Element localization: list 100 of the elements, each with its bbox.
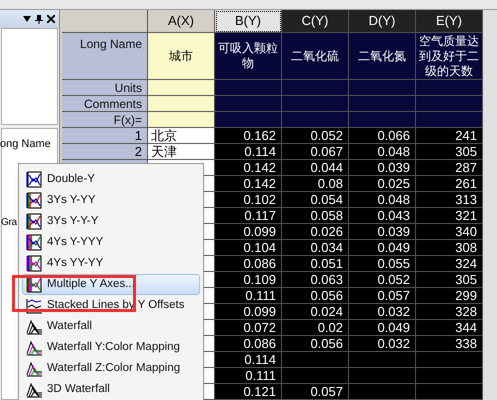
table-cell: 324 — [416, 256, 483, 272]
table-cell: 338 — [416, 336, 483, 352]
table-cell: 0.025 — [349, 176, 416, 192]
table-cell: 0.114 — [215, 144, 282, 160]
label-cell — [148, 112, 215, 128]
table-cell: 0.057 — [282, 384, 349, 400]
table-cell — [416, 368, 483, 384]
table-cell: 0.055 — [349, 256, 416, 272]
table-cell: 0.048 — [349, 144, 416, 160]
table-cell: 0.099 — [215, 224, 282, 240]
table-cell: 0.08 — [282, 176, 349, 192]
column-header[interactable]: D(Y) — [349, 10, 416, 33]
table-cell: 0.086 — [215, 336, 282, 352]
menu-item[interactable]: 4Ys Y-YYY — [22, 232, 200, 253]
table-cell: 0.117 — [215, 208, 282, 224]
table-cell: 299 — [416, 288, 483, 304]
pane-text: ong Name — [0, 137, 51, 152]
table-cell: 0.032 — [349, 336, 416, 352]
row-label: Long Name — [62, 33, 148, 80]
table-cell: 344 — [416, 320, 483, 336]
table-cell: 0.052 — [282, 128, 349, 144]
table-cell — [416, 352, 483, 368]
table-cell: 321 — [416, 208, 483, 224]
table-cell: 241 — [416, 128, 483, 144]
menu-item[interactable]: 3Ys Y-YY — [22, 190, 200, 211]
table-cell: 0.02 — [282, 320, 349, 336]
label-cell — [148, 80, 215, 96]
pin-icon[interactable] — [35, 14, 43, 24]
label-cell — [282, 80, 349, 96]
long-name-cell: 二氧化硫 — [282, 33, 349, 80]
table-cell — [349, 368, 416, 384]
table-cell: 313 — [416, 192, 483, 208]
column-header[interactable]: B(Y) — [215, 10, 282, 33]
menu-item[interactable]: 3Ys Y-Y-Y — [22, 211, 200, 232]
long-name-cell: 可吸入颗粒物 — [215, 33, 282, 80]
label-cell — [282, 96, 349, 112]
table-cell: 328 — [416, 304, 483, 320]
table-cell — [349, 352, 416, 368]
table-cell: 261 — [416, 176, 483, 192]
menu-item[interactable]: Waterfall Z:Color Mapping — [22, 358, 200, 379]
table-cell: 0.043 — [349, 208, 416, 224]
label-cell — [215, 80, 282, 96]
dropdown-icon[interactable] — [23, 16, 31, 22]
table-cell — [282, 368, 349, 384]
label-cell — [349, 80, 416, 96]
table-cell — [416, 384, 483, 400]
table-cell: 0.039 — [349, 160, 416, 176]
column-header[interactable]: E(Y) — [416, 10, 483, 33]
column-header[interactable]: C(Y) — [282, 10, 349, 33]
waterfall-icon — [26, 381, 43, 398]
column-header[interactable]: A(X) — [148, 10, 215, 33]
table-cell: 0.099 — [215, 304, 282, 320]
label-cell — [349, 96, 416, 112]
menu-item[interactable]: 3D Waterfall — [22, 379, 200, 400]
table-cell: 0.072 — [215, 320, 282, 336]
table-cell: 0.111 — [215, 288, 282, 304]
table-cell: 0.034 — [282, 240, 349, 256]
label-cell — [148, 96, 215, 112]
table-cell: 0.142 — [215, 176, 282, 192]
table-cell: 305 — [416, 144, 483, 160]
menu-item[interactable]: 4Ys YY-YY — [22, 253, 200, 274]
table-cell: 0.121 — [215, 384, 282, 400]
menu-item[interactable]: Waterfall Y:Color Mapping — [22, 337, 200, 358]
table-cell: 0.032 — [349, 304, 416, 320]
label-cell — [416, 80, 483, 96]
row-number[interactable]: 1 — [62, 128, 148, 144]
label-cell — [215, 96, 282, 112]
table-cell: 0.067 — [282, 144, 349, 160]
label-cell — [282, 112, 349, 128]
chart-icon — [26, 213, 43, 230]
table-cell: 0.052 — [349, 272, 416, 288]
pane-text: Gra — [1, 216, 17, 230]
waterfall-icon — [26, 339, 43, 356]
long-name-cell: 城市 — [148, 33, 215, 80]
long-name-cell: 空气质量达到及好于二级的天数 — [416, 33, 483, 80]
table-cell: 0.109 — [215, 272, 282, 288]
table-cell: 0.104 — [215, 240, 282, 256]
chart-icon — [26, 192, 43, 209]
table-cell: 0.051 — [282, 256, 349, 272]
table-cell: 0.049 — [349, 320, 416, 336]
table-cell: 天津 — [148, 144, 215, 160]
menu-item[interactable]: Double-Y — [22, 169, 200, 190]
table-cell: 308 — [416, 240, 483, 256]
table-cell — [282, 352, 349, 368]
table-cell: 0.057 — [349, 288, 416, 304]
row-number[interactable]: 2 — [62, 144, 148, 160]
table-cell: 0.058 — [282, 208, 349, 224]
table-cell: 0.142 — [215, 160, 282, 176]
label-cell — [416, 112, 483, 128]
row-label: Comments — [62, 96, 148, 112]
waterfall-icon — [26, 360, 43, 377]
chart-icon — [26, 276, 43, 293]
long-name-cell: 二氧化氮 — [349, 33, 416, 80]
table-cell: 0.026 — [282, 224, 349, 240]
table-cell: 0.056 — [282, 288, 349, 304]
table-cell: 0.111 — [215, 368, 282, 384]
chart-icon — [26, 234, 43, 251]
label-cell — [215, 112, 282, 128]
menu-item[interactable]: Waterfall — [22, 316, 200, 337]
close-icon[interactable] — [47, 15, 55, 23]
